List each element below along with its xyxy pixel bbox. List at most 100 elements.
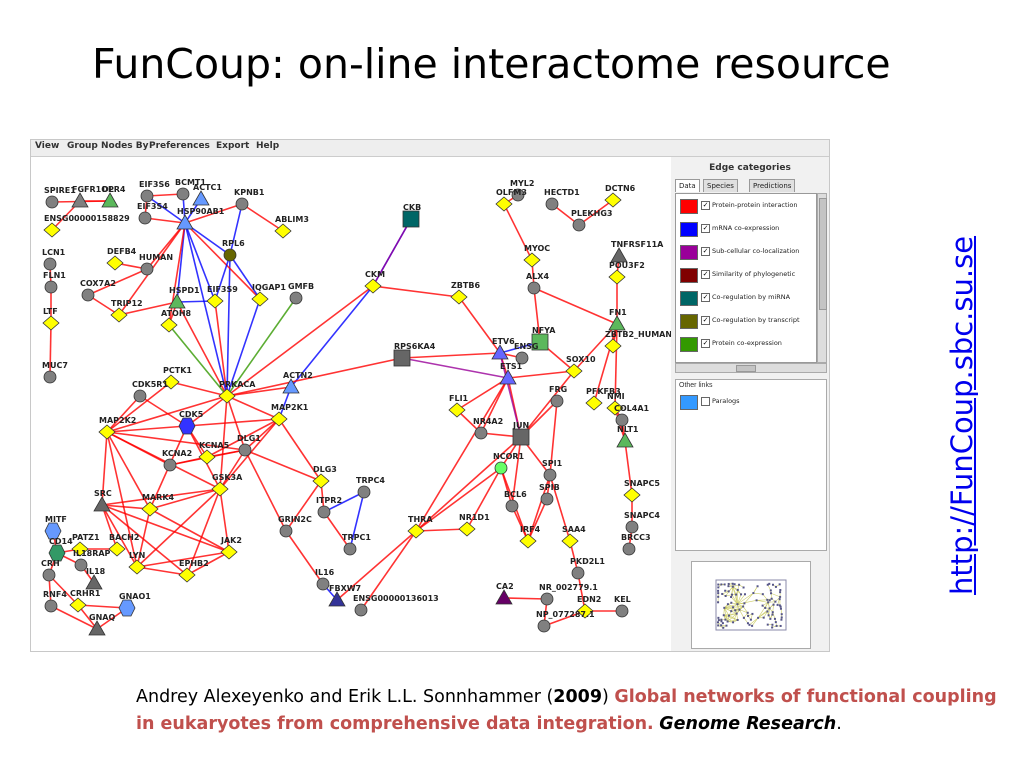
network-node[interactable]: ACTC1 [192,183,222,206]
node-shape[interactable] [223,248,237,262]
node-shape[interactable] [206,293,224,309]
node-shape[interactable] [279,524,293,538]
network-node[interactable]: COL4A1 [614,404,650,427]
edge-category-item[interactable]: ✓ Protein-protein interaction [680,198,814,214]
network-edge[interactable] [503,597,548,600]
menu-export[interactable]: Export [216,141,249,151]
network-node[interactable]: ZBTB6 [450,281,480,305]
network-node[interactable]: CA2 [495,582,514,605]
node-shape[interactable] [543,468,557,482]
node-shape[interactable] [118,599,136,617]
node-shape[interactable] [585,395,603,411]
network-edge[interactable] [527,498,548,542]
node-shape[interactable] [545,197,559,211]
network-node[interactable]: PLEKHG3 [571,209,612,232]
network-node[interactable]: IL18 [85,567,106,590]
network-node[interactable]: GRIN2C [278,515,312,538]
network-node[interactable]: SNAPC4 [624,511,660,534]
edge-category-item[interactable]: ✓ Similarity of phylogenetic [680,267,814,283]
node-shape[interactable] [192,190,210,206]
network-node[interactable]: DCTN6 [604,184,636,208]
node-shape[interactable] [625,520,639,534]
network-edge[interactable] [219,449,246,490]
node-shape[interactable] [354,603,368,617]
node-shape[interactable] [450,289,468,305]
node-shape[interactable] [540,492,554,506]
node-shape[interactable] [317,505,331,519]
node-shape[interactable] [604,338,622,354]
node-shape[interactable] [138,211,152,225]
node-shape[interactable] [610,247,628,263]
network-node[interactable]: KEL [614,595,631,618]
node-shape[interactable] [108,541,126,557]
category-checkbox[interactable]: ✓ [701,247,710,256]
node-shape[interactable] [495,589,513,605]
node-shape[interactable] [458,521,476,537]
node-shape[interactable] [527,281,541,295]
network-node[interactable]: GMFB [288,282,314,305]
network-node[interactable]: CD14 [48,537,73,562]
network-node[interactable]: SAA4 [561,525,586,549]
network-node[interactable]: MAP2K1 [270,403,309,427]
network-node[interactable]: SPIB [539,483,560,506]
network-edge[interactable] [401,352,501,359]
tab-data[interactable]: Data [675,179,700,192]
node-shape[interactable] [101,192,119,208]
network-node[interactable]: NR1D1 [458,513,490,537]
node-shape[interactable] [178,417,196,435]
network-node[interactable]: MARK4 [141,493,175,517]
network-edge[interactable] [149,508,230,553]
node-shape[interactable] [571,566,585,580]
network-node[interactable]: MYOC [523,244,550,268]
category-checkbox[interactable]: ✓ [701,270,710,279]
node-shape[interactable] [519,533,537,549]
node-shape[interactable] [540,592,554,606]
menu-preferences[interactable]: Preferences [149,141,210,151]
category-checkbox[interactable]: ✓ [701,224,710,233]
node-shape[interactable] [168,293,186,309]
network-node[interactable]: SOX10 [565,355,596,379]
node-shape[interactable] [537,619,551,633]
node-shape[interactable] [494,461,508,475]
network-node[interactable]: MUC7 [42,361,68,384]
network-node[interactable]: HECTD1 [544,188,580,211]
node-shape[interactable] [474,426,488,440]
node-shape[interactable] [495,196,513,212]
funcoup-url-link[interactable]: http://FunCoup.sbc.su.se [945,236,979,595]
network-node[interactable]: GSK3A [211,473,243,497]
node-shape[interactable] [110,307,128,323]
node-shape[interactable] [163,458,177,472]
edge-category-item[interactable]: ✓ Sub-cellular co-localization [680,244,814,260]
network-node[interactable]: CDK5 [178,410,204,435]
network-node[interactable]: FLN1 [43,271,66,294]
node-shape[interactable] [133,389,147,403]
network-node[interactable]: TRPC1 [342,533,371,556]
edge-category-item[interactable]: ✓ Co-regulation by transcript [680,313,814,329]
category-checkbox[interactable]: ✓ [701,201,710,210]
network-node[interactable]: GNAO1 [118,592,151,617]
network-edge[interactable] [323,511,351,550]
network-node[interactable]: ZBTB2_HUMAN [604,330,672,354]
network-node[interactable]: CKB [402,203,421,228]
network-node[interactable]: PKD2L1 [570,557,605,580]
scroll-thumb[interactable] [819,198,827,310]
node-shape[interactable] [42,315,60,331]
network-node[interactable]: IRF4 [519,525,541,549]
network-node[interactable]: SNAPC5 [623,479,660,503]
node-shape[interactable] [274,223,292,239]
node-shape[interactable] [44,599,58,613]
node-shape[interactable] [615,604,629,618]
edge-category-item[interactable]: ✓ Co-regulation by miRNA [680,290,814,306]
network-node[interactable]: NLT1 [616,425,639,448]
network-node[interactable]: FN1 [608,308,627,331]
network-edge[interactable] [101,504,230,553]
network-node[interactable]: ABLIM3 [274,215,309,239]
menu-view[interactable]: View [35,141,59,151]
node-shape[interactable] [289,291,303,305]
node-shape[interactable] [45,195,59,209]
node-shape[interactable] [43,370,57,384]
network-node[interactable]: NCOR1 [493,452,525,475]
node-shape[interactable] [312,473,330,489]
network-node[interactable]: EIF3S6 [139,180,170,203]
network-node[interactable]: CRHR1 [69,589,101,613]
